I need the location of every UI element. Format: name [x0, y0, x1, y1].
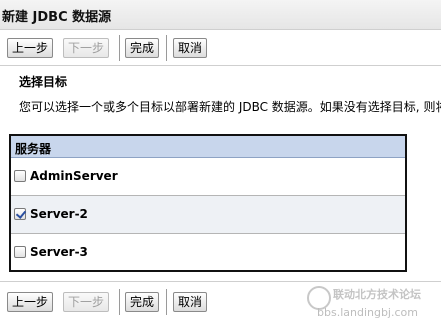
server-2-checkbox[interactable] — [14, 208, 26, 220]
server-3-checkbox[interactable] — [14, 246, 26, 258]
title-bar: 新建 JDBC 数据源 — [0, 0, 441, 30]
server-name: Server-2 — [30, 207, 88, 221]
divider — [0, 281, 441, 282]
section-description: 您可以选择一个或多个目标以部署新建的 JDBC 数据源。如果没有选择目标, 则将 — [19, 100, 441, 114]
table-row: AdminServer — [11, 158, 405, 196]
back-button[interactable]: 上一步 — [7, 292, 53, 312]
watermark-text: 联动北方技术论坛 — [333, 288, 421, 301]
finish-button[interactable]: 完成 — [125, 292, 159, 312]
next-button[interactable]: 下一步 — [63, 38, 109, 58]
toolbar-separator — [119, 289, 120, 315]
server-name: AdminServer — [30, 169, 118, 183]
page-title: 新建 JDBC 数据源 — [2, 10, 112, 25]
toolbar-separator — [166, 35, 167, 61]
server-table: 服务器 AdminServer Server-2 Server-3 — [9, 134, 407, 272]
server-name: Server-3 — [30, 245, 88, 259]
back-button[interactable]: 上一步 — [7, 38, 53, 58]
cancel-button[interactable]: 取消 — [173, 38, 207, 58]
next-button[interactable]: 下一步 — [63, 292, 109, 312]
watermark-url: bbs.landingbj.com — [317, 306, 418, 319]
cancel-button[interactable]: 取消 — [173, 292, 207, 312]
section-heading: 选择目标 — [19, 75, 68, 89]
server-column-header: 服务器 — [15, 142, 52, 156]
divider — [0, 65, 441, 66]
toolbar-separator — [166, 289, 167, 315]
watermark: 联动北方技术论坛 bbs.landingbj.com — [307, 284, 437, 324]
table-row: Server-3 — [11, 234, 405, 272]
server-table-header: 服务器 — [11, 136, 405, 158]
finish-button[interactable]: 完成 — [125, 38, 159, 58]
table-row: Server-2 — [11, 196, 405, 234]
admin-server-checkbox[interactable] — [14, 170, 26, 182]
toolbar-separator — [119, 35, 120, 61]
